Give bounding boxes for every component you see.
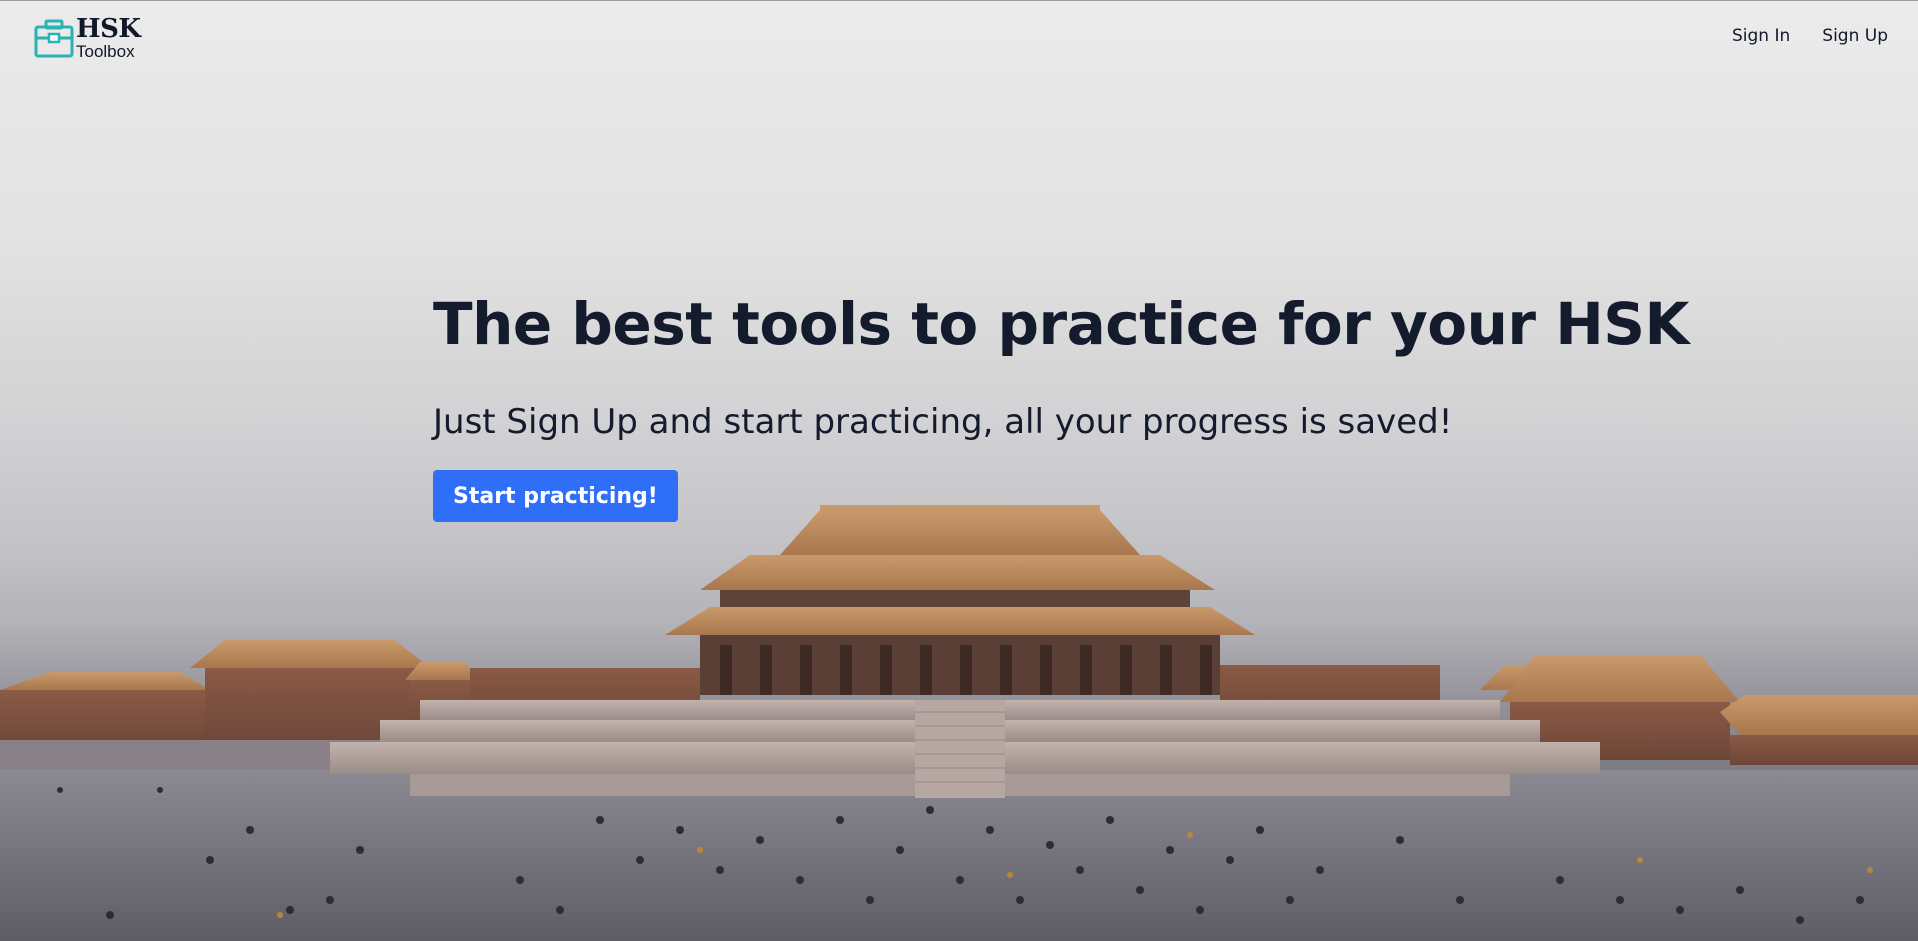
hero-subtitle: Just Sign Up and start practicing, all y… [433, 402, 1453, 442]
hero-section: The best tools to practice for your HSK … [433, 290, 1690, 522]
hero-title: The best tools to practice for your HSK [433, 290, 1690, 358]
landing-page: HSK Toolbox Sign In Sign Up The best too… [0, 0, 1918, 941]
sign-up-link[interactable]: Sign Up [1822, 26, 1888, 46]
logo-text: HSK Toolbox [76, 14, 141, 61]
start-practicing-button[interactable]: Start practicing! [433, 470, 678, 522]
site-header: HSK Toolbox Sign In Sign Up [0, 0, 1918, 70]
site-logo[interactable]: HSK Toolbox [34, 16, 144, 60]
toolbox-icon [34, 19, 74, 58]
logo-title: HSK [76, 14, 141, 44]
header-nav: Sign In Sign Up [1732, 26, 1888, 46]
sign-in-link[interactable]: Sign In [1732, 26, 1790, 46]
logo-subtitle: Toolbox [76, 42, 135, 61]
